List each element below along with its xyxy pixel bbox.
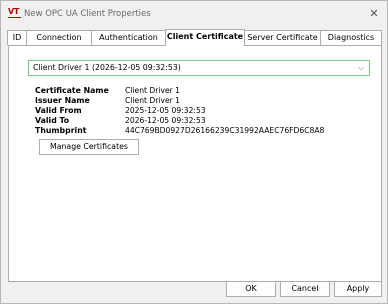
logo-underline: [8, 17, 21, 18]
detail-value: Client Driver 1: [125, 96, 181, 105]
title-bar: VT New OPC UA Client Properties ✕: [1, 1, 387, 26]
detail-value: 2026-12-05 09:32:53: [125, 116, 206, 125]
apply-button[interactable]: Apply: [334, 281, 382, 297]
detail-value: 2025-12-05 09:32:53: [125, 106, 206, 115]
client-certificate-panel: Client Driver 1 (2026-12-05 09:32:53) ⌵ …: [8, 45, 382, 282]
detail-value: 44C769BD0927D26166239C31992AAEC76FD6C8A8: [125, 126, 325, 135]
detail-label: Thumbprint: [35, 126, 87, 135]
detail-label: Valid To: [35, 116, 70, 125]
tab-client-certificate[interactable]: Client Certificate: [165, 29, 245, 46]
certificate-select[interactable]: Client Driver 1 (2026-12-05 09:32:53) ⌵: [28, 60, 370, 76]
tab-server-certificate[interactable]: Server Certificate: [244, 30, 321, 45]
tab-diagnostics[interactable]: Diagnostics: [320, 30, 382, 45]
detail-row-valid-from: Valid From 2025-12-05 09:32:53: [35, 106, 335, 116]
tab-connection[interactable]: Connection: [26, 30, 92, 45]
properties-dialog: VT New OPC UA Client Properties ✕ ID Con…: [0, 0, 388, 304]
manage-certificates-button[interactable]: Manage Certificates: [39, 139, 139, 155]
certificate-select-value: Client Driver 1 (2026-12-05 09:32:53): [33, 63, 181, 72]
ok-button[interactable]: OK: [226, 281, 276, 297]
app-logo: VT: [8, 7, 20, 16]
detail-label: Valid From: [35, 106, 82, 115]
tab-authentication[interactable]: Authentication: [91, 30, 166, 45]
close-icon[interactable]: ✕: [366, 6, 382, 22]
window-title: New OPC UA Client Properties: [24, 9, 151, 19]
detail-row-thumbprint: Thumbprint 44C769BD0927D26166239C31992AA…: [35, 126, 335, 136]
detail-value: Client Driver 1: [125, 86, 181, 95]
detail-row-certificate-name: Certificate Name Client Driver 1: [35, 86, 335, 96]
cancel-button[interactable]: Cancel: [280, 281, 330, 297]
tab-id[interactable]: ID: [7, 30, 27, 45]
detail-label: Certificate Name: [35, 86, 109, 95]
chevron-down-icon[interactable]: ⌵: [358, 61, 364, 75]
detail-row-valid-to: Valid To 2026-12-05 09:32:53: [35, 116, 335, 126]
detail-label: Issuer Name: [35, 96, 90, 105]
detail-row-issuer-name: Issuer Name Client Driver 1: [35, 96, 335, 106]
